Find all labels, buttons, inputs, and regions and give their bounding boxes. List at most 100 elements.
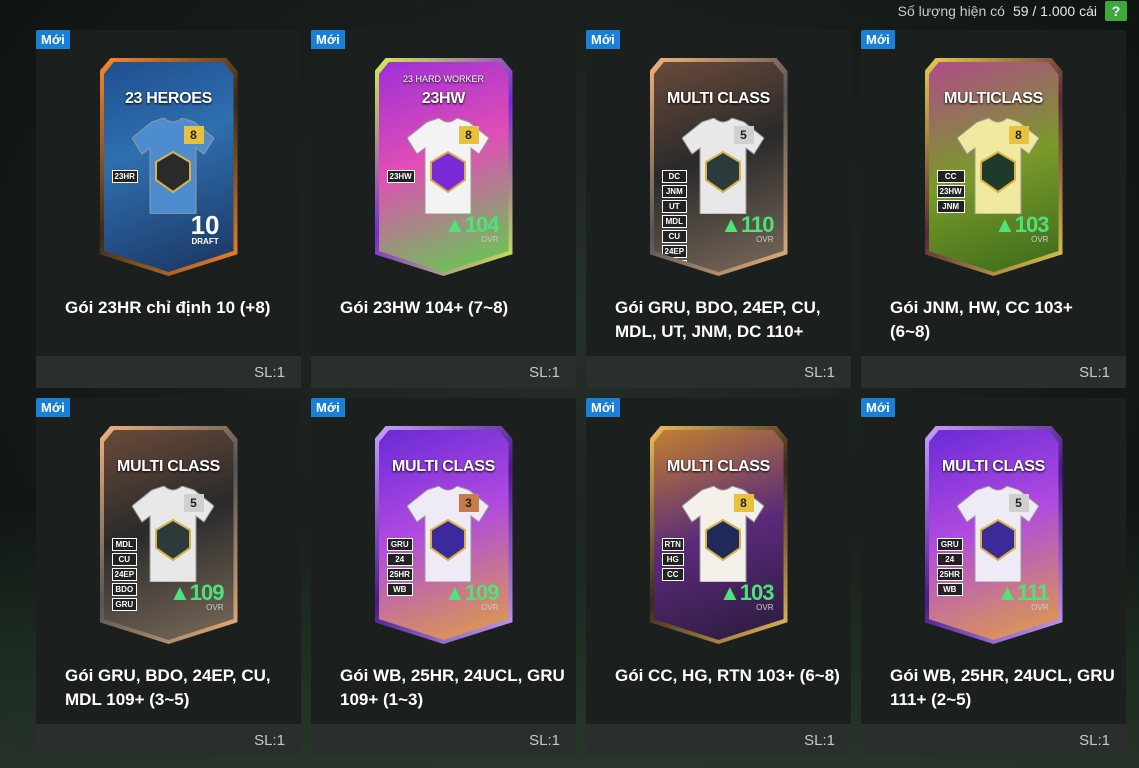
card-class-tags: GRU 24 25HR WB <box>936 538 963 596</box>
card-title: MULTI CLASS <box>666 90 771 107</box>
card-class-tag: GRU <box>662 275 688 288</box>
card-level-badge: 5 <box>183 494 204 512</box>
card-level-badge: 5 <box>733 126 754 144</box>
card-class-tag: CC <box>661 568 684 581</box>
pack-grid: Mới 23 HEROES 8 23HR 10 DRAFT Gói 23HR c… <box>36 30 1126 756</box>
new-badge: Mới <box>311 398 345 417</box>
card-class-tag: MDL <box>111 538 138 551</box>
card-class-tag: WB <box>936 583 963 596</box>
pack-name: Gói 23HR chỉ định 10 (+8) <box>65 298 271 317</box>
pack-quantity: SL:1 <box>804 364 835 381</box>
pack-quantity: SL:1 <box>1079 364 1110 381</box>
card-level-badge: 5 <box>1008 494 1029 512</box>
inventory-count-bar: Số lượng hiện có 59 / 1.000 cái ? <box>898 0 1139 22</box>
card-class-tags: 23HR <box>111 170 138 183</box>
card-title: 23 HEROES <box>124 90 213 107</box>
card-subtitle: 23 HARD WORKER <box>402 74 484 84</box>
card-class-tag: 24EP <box>661 245 688 258</box>
card-title: 23HW <box>421 90 466 107</box>
card-art: MULTI CLASS 8 RTN HG CC ▲103 OVR <box>653 430 784 640</box>
card-class-tags: GRU 24 25HR WB <box>386 538 413 596</box>
card-level-badge: 8 <box>1008 126 1029 144</box>
pack-card-image: MULTI CLASS 5 DC JNM UT MDL CU 24EP BDO GRU ▲11… <box>649 58 788 276</box>
pack-tile[interactable]: Mới MULTI CLASS 5 DC JNM UT MDL CU 24EP BDO GRU… <box>586 30 851 388</box>
pack-tile[interactable]: Mới MULTI CLASS 5 MDL CU 24EP BDO GRU ▲109 O… <box>36 398 301 756</box>
new-badge: Mới <box>36 30 70 49</box>
card-ovr: ▲109 OVR <box>169 580 224 612</box>
card-level-badge: 8 <box>183 126 204 144</box>
pack-tile[interactable]: Mới MULTI CLASS 3 GRU 24 25HR WB ▲109 OVR <box>311 398 576 756</box>
pack-footer: SL:1 <box>36 724 301 756</box>
card-class-tag: 23HW <box>386 170 415 183</box>
card-class-tags: 23HW <box>386 170 415 183</box>
card-class-tag: 25HR <box>386 568 413 581</box>
pack-card-image: MULTI CLASS 8 RTN HG CC ▲103 OVR <box>649 426 788 644</box>
card-class-tag: CU <box>661 230 688 243</box>
pack-quantity: SL:1 <box>254 364 285 381</box>
card-art: MULTI CLASS 3 GRU 24 25HR WB ▲109 OVR <box>378 430 509 640</box>
pack-tile[interactable]: Mới MULTI CLASS 5 GRU 24 25HR WB ▲111 OVR <box>861 398 1126 756</box>
card-class-tag: BDO <box>111 583 138 596</box>
card-class-tag: GRU <box>936 538 963 551</box>
pack-card-image: MULTICLASS 8 CC 23HW JNM ▲103 OVR <box>924 58 1063 276</box>
card-class-tags: MDL CU 24EP BDO GRU <box>111 538 138 611</box>
pack-tile[interactable]: Mới MULTI CLASS 8 RTN HG CC ▲103 OVR Gói… <box>586 398 851 756</box>
card-class-tag: 23HW <box>936 185 965 198</box>
card-level-badge: 8 <box>733 494 754 512</box>
card-art: 23 HEROES 8 23HR 10 DRAFT <box>103 62 234 272</box>
card-class-tag: DC <box>661 170 688 183</box>
pack-card-image: MULTI CLASS 3 GRU 24 25HR WB ▲109 OVR <box>374 426 513 644</box>
card-ovr: ▲110 OVR <box>720 212 774 244</box>
pack-name: Gói CC, HG, RTN 103+ (6~8) <box>615 666 840 685</box>
pack-quantity: SL:1 <box>529 732 560 749</box>
pack-card-image: MULTI CLASS 5 MDL CU 24EP BDO GRU ▲109 OVR <box>99 426 238 644</box>
pack-tile[interactable]: Mới MULTICLASS 8 CC 23HW JNM ▲103 OVR Gó… <box>861 30 1126 388</box>
card-art: MULTI CLASS 5 DC JNM UT MDL CU 24EP BDO GRU ▲11… <box>653 62 784 272</box>
card-ovr: ▲111 OVR <box>996 580 1049 612</box>
pack-name: Gói JNM, HW, CC 103+ (6~8) <box>890 298 1073 341</box>
pack-card-image: 23 HARD WORKER 23HW 8 23HW ▲104 OVR <box>374 58 513 276</box>
help-button[interactable]: ? <box>1105 1 1127 21</box>
count-value: 59 / 1.000 cái <box>1012 3 1097 19</box>
card-class-tag: JNM <box>936 200 965 213</box>
card-class-tag: 25HR <box>936 568 963 581</box>
pack-quantity: SL:1 <box>254 732 285 749</box>
card-title: MULTI CLASS <box>666 458 771 475</box>
card-title: MULTICLASS <box>944 90 1043 107</box>
new-badge: Mới <box>861 398 895 417</box>
pack-name: Gói WB, 25HR, 24UCL, GRU 111+ (2~5) <box>890 666 1115 709</box>
pack-name: Gói GRU, BDO, 24EP, CU, MDL, UT, JNM, DC… <box>615 298 821 341</box>
card-class-tag: GRU <box>111 598 138 611</box>
pack-footer: SL:1 <box>36 356 301 388</box>
card-art: MULTI CLASS 5 MDL CU 24EP BDO GRU ▲109 OVR <box>103 430 234 640</box>
card-art: MULTI CLASS 5 GRU 24 25HR WB ▲111 OVR <box>928 430 1059 640</box>
card-art: 23 HARD WORKER 23HW 8 23HW ▲104 OVR <box>378 62 509 272</box>
pack-footer: SL:1 <box>311 724 576 756</box>
card-class-tag: 23HR <box>111 170 138 183</box>
new-badge: Mới <box>36 398 70 417</box>
card-art: MULTICLASS 8 CC 23HW JNM ▲103 OVR <box>928 62 1059 272</box>
pack-tile[interactable]: Mới 23 HEROES 8 23HR 10 DRAFT Gói 23HR c… <box>36 30 301 388</box>
card-class-tag: 24EP <box>111 568 138 581</box>
card-class-tags: DC JNM UT MDL CU 24EP BDO GRU <box>661 170 688 288</box>
card-ovr: ▲109 OVR <box>444 580 499 612</box>
card-ovr: ▲104 OVR <box>444 212 499 244</box>
pack-tile[interactable]: Mới 23 HARD WORKER 23HW 8 23HW ▲104 OVR <box>311 30 576 388</box>
card-class-tags: RTN HG CC <box>661 538 684 581</box>
card-title: MULTI CLASS <box>116 458 221 475</box>
card-title: MULTI CLASS <box>391 458 496 475</box>
card-class-tag: UT <box>661 200 688 213</box>
pack-name: Gói WB, 25HR, 24UCL, GRU 109+ (1~3) <box>340 666 565 709</box>
card-ovr: ▲103 OVR <box>994 212 1049 244</box>
card-class-tag: MDL <box>661 215 688 228</box>
pack-name: Gói 23HW 104+ (7~8) <box>340 298 509 317</box>
card-class-tag: BDO <box>661 260 688 272</box>
pack-footer: SL:1 <box>586 356 851 388</box>
card-class-tags: CC 23HW JNM <box>936 170 965 213</box>
card-level-badge: 8 <box>458 126 479 144</box>
new-badge: Mới <box>586 30 620 49</box>
pack-quantity: SL:1 <box>529 364 560 381</box>
card-class-tag: CU <box>111 553 138 566</box>
new-badge: Mới <box>586 398 620 417</box>
card-draft: 10 DRAFT <box>191 210 220 246</box>
